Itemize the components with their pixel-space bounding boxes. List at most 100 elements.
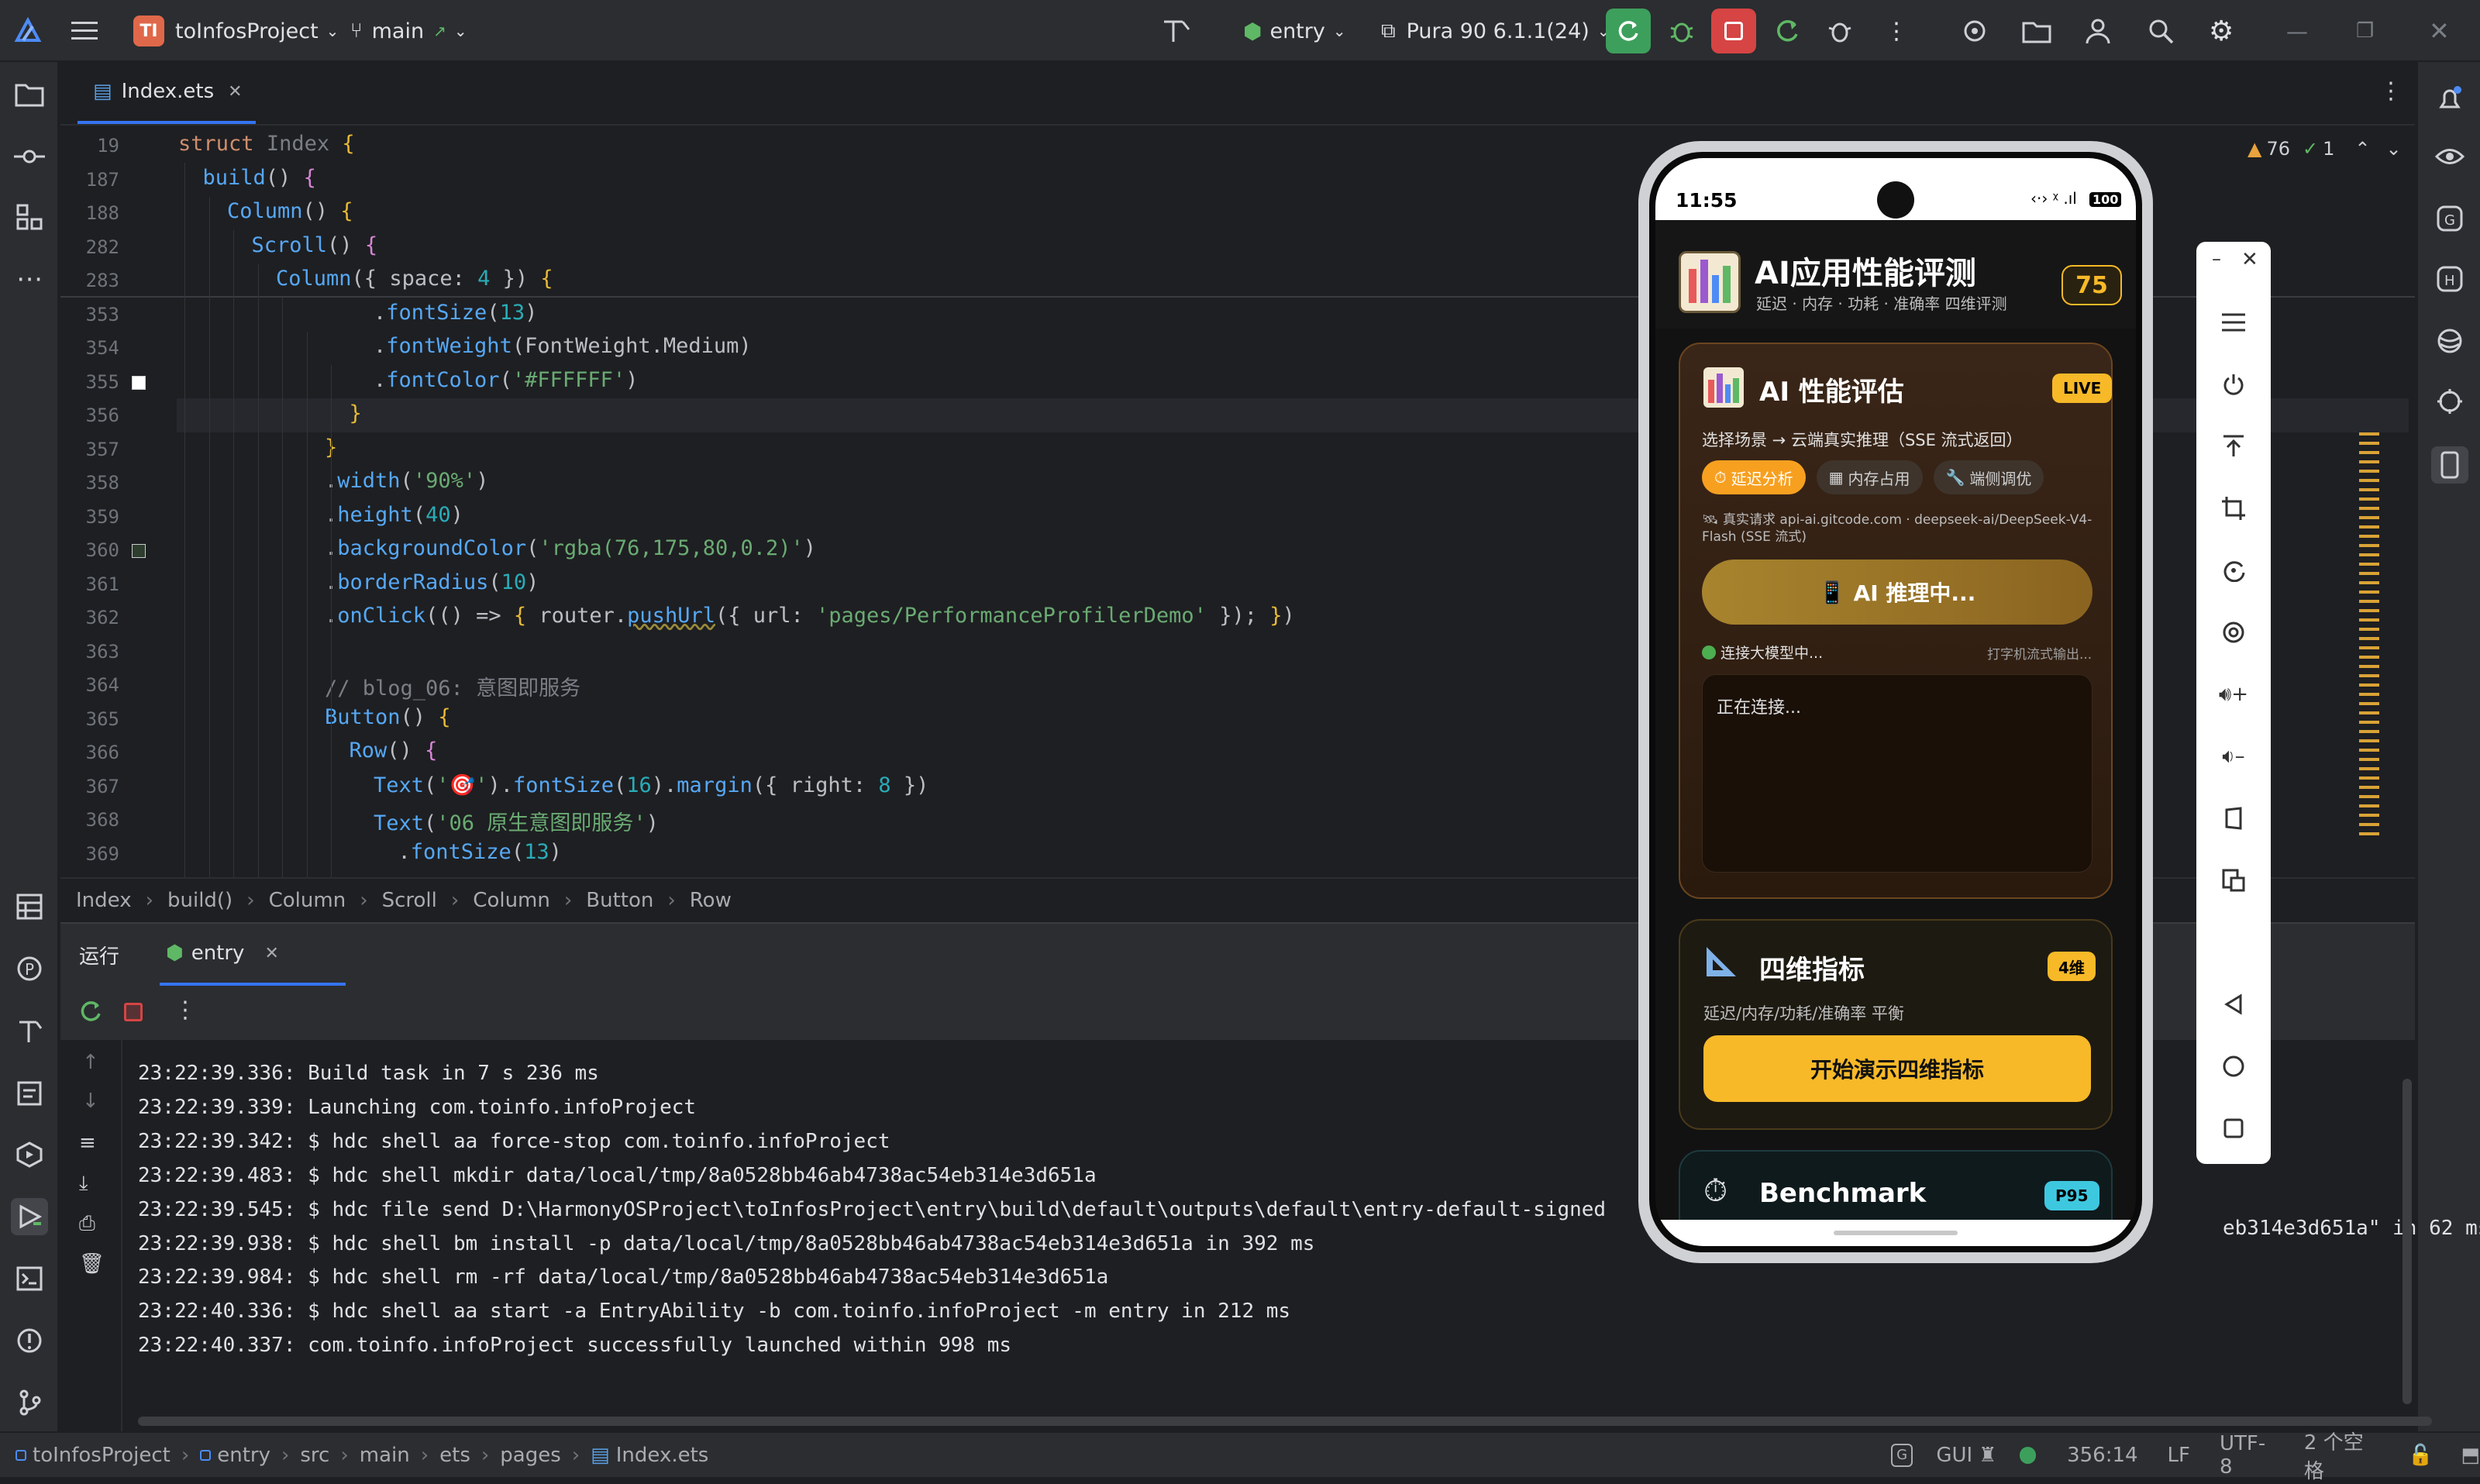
database-icon[interactable]: [2431, 322, 2468, 360]
rerun-icon[interactable]: [78, 998, 104, 1028]
volume-down-icon[interactable]: 🔉︎–: [2215, 738, 2252, 775]
breadcrumb-item[interactable]: Column: [269, 889, 346, 912]
breadcrumb-item[interactable]: Column: [473, 889, 550, 912]
rotate-icon[interactable]: [2215, 552, 2252, 589]
main-menu-icon[interactable]: [71, 0, 98, 62]
path-segment[interactable]: Index.ets: [616, 1444, 709, 1467]
run-config-selector[interactable]: ⬢ entry ⌄: [1243, 0, 1346, 62]
clear-trash-icon[interactable]: 🗑: [79, 1252, 105, 1276]
plugin-icon[interactable]: [2431, 383, 2468, 420]
recents-square-icon[interactable]: [2215, 1110, 2252, 1147]
branch-switcher[interactable]: ⑂ main ↗ ⌄: [350, 0, 467, 62]
path-segment[interactable]: pages: [500, 1444, 560, 1467]
layout-inspector-icon[interactable]: [11, 888, 48, 925]
back-triangle-icon[interactable]: [2215, 986, 2252, 1023]
debug-bug-icon[interactable]: [1668, 0, 1696, 62]
rerun-button[interactable]: [1606, 0, 1651, 62]
phone-screen[interactable]: 11:55 ‹·› ᵡ .ıl 100 AI应用性能评测 延迟 · 内存 · 功…: [1655, 158, 2136, 1246]
tab-options-icon[interactable]: ⋮: [2379, 77, 2402, 105]
breadcrumb-item[interactable]: Scroll: [382, 889, 437, 912]
console-h-scrollbar[interactable]: [138, 1417, 2432, 1426]
path-segment[interactable]: entry: [217, 1444, 270, 1467]
structure-icon[interactable]: [11, 198, 48, 236]
account-icon[interactable]: [2085, 0, 2111, 62]
project-switcher[interactable]: TI toInfosProject ⌄: [133, 0, 339, 62]
memory-indicator-icon[interactable]: ⬒: [2461, 1444, 2480, 1467]
build-hammer-icon[interactable]: [1159, 0, 1194, 62]
app-logo-icon[interactable]: [14, 0, 42, 62]
device-selector[interactable]: ⧉ Pura 90 6.1.1(24) ⌄: [1381, 0, 1610, 62]
minimize-emulator-icon[interactable]: –: [2212, 248, 2221, 270]
commit-icon[interactable]: [11, 138, 48, 175]
notifications-bell-icon[interactable]: [2431, 81, 2468, 118]
more-actions-icon[interactable]: ⋮: [1885, 0, 1908, 62]
fold-icon[interactable]: [2215, 800, 2252, 837]
file-encoding[interactable]: UTF-8: [2220, 1432, 2275, 1479]
stop-button[interactable]: [1711, 0, 1756, 62]
close-window-icon[interactable]: ✕: [2429, 0, 2450, 62]
path-segment[interactable]: src: [300, 1444, 329, 1467]
breadcrumb-item[interactable]: Row: [690, 889, 732, 912]
color-swatch-icon[interactable]: [132, 544, 146, 558]
start-four-dim-button[interactable]: 开始演示四维指标: [1703, 1035, 2091, 1102]
soft-wrap-icon[interactable]: ≡: [79, 1131, 96, 1155]
close-tab-icon[interactable]: ✕: [228, 82, 242, 102]
todo-icon[interactable]: [11, 1074, 48, 1111]
home-indicator[interactable]: [1834, 1231, 1958, 1235]
upload-icon[interactable]: [2215, 428, 2252, 465]
hvigor-icon[interactable]: H: [2431, 260, 2468, 298]
breadcrumb-item[interactable]: Index: [76, 889, 132, 912]
scroll-down-icon[interactable]: ↓: [82, 1090, 99, 1113]
chevron-down-icon[interactable]: ⌄: [2386, 138, 2402, 160]
attach-debugger-icon[interactable]: [1826, 0, 1854, 62]
services-icon[interactable]: [11, 1136, 48, 1173]
color-swatch-icon[interactable]: [132, 375, 146, 390]
lock-icon[interactable]: 🔓: [2408, 1444, 2433, 1467]
close-emulator-icon[interactable]: ✕: [2241, 248, 2258, 271]
device-emulator-icon[interactable]: [2431, 446, 2468, 484]
build-hammer-icon[interactable]: [11, 1012, 48, 1049]
profiler-icon[interactable]: [1961, 0, 1989, 62]
crop-screenshot-icon[interactable]: [2215, 490, 2252, 527]
menu-icon[interactable]: [2215, 304, 2252, 341]
scenario-chip[interactable]: ▦ 内存占用: [1816, 460, 1923, 494]
scenario-chip[interactable]: ⏱ 延迟分析: [1702, 460, 1806, 494]
maximize-window-icon[interactable]: ❐: [2356, 0, 2374, 62]
inspection-widget[interactable]: ▲ 76 ✓ 1 ⌃ ⌄: [2248, 133, 2402, 164]
home-circle-icon[interactable]: [2215, 1048, 2252, 1085]
apply-changes-icon[interactable]: [1773, 0, 1801, 62]
tab-index-ets[interactable]: ▤ Index.ets ✕: [78, 62, 256, 124]
gui-label[interactable]: GUI: [1936, 1444, 1972, 1467]
line-separator[interactable]: LF: [2168, 1444, 2190, 1467]
chevron-up-icon[interactable]: ⌃: [2354, 138, 2370, 160]
device-manager-icon[interactable]: [2021, 0, 2052, 62]
close-tab-icon[interactable]: ✕: [264, 944, 278, 963]
preview-eye-icon[interactable]: [2431, 138, 2468, 175]
path-segment[interactable]: ets: [439, 1444, 470, 1467]
multi-device-icon[interactable]: [2215, 862, 2252, 899]
minimize-window-icon[interactable]: —: [2286, 0, 2308, 62]
volume-up-icon[interactable]: 🔊︎+: [2215, 676, 2252, 713]
breadcrumb-item[interactable]: build(): [167, 889, 232, 912]
tab-entry[interactable]: ⬢ entry ✕: [160, 924, 346, 986]
search-icon[interactable]: [2147, 0, 2175, 62]
cursor-position[interactable]: 356:14: [2067, 1444, 2137, 1467]
indent-setting[interactable]: 2 个空格: [2304, 1427, 2378, 1484]
profiler-p-icon[interactable]: P: [11, 950, 48, 987]
codegenie-icon[interactable]: G: [2431, 200, 2468, 237]
path-segment[interactable]: main: [360, 1444, 410, 1467]
version-control-icon[interactable]: [11, 1384, 48, 1421]
run-panel-icon[interactable]: [11, 1198, 48, 1235]
problems-icon[interactable]: [11, 1322, 48, 1359]
codegenie-status-icon[interactable]: G: [1891, 1443, 1913, 1467]
inference-button[interactable]: 📱 AI 推理中...: [1702, 560, 2092, 625]
scroll-to-end-icon[interactable]: ⤓: [79, 1172, 88, 1196]
scroll-up-icon[interactable]: ↑: [82, 1051, 99, 1074]
record-icon[interactable]: [2215, 614, 2252, 651]
settings-gear-icon[interactable]: ⚙: [2209, 0, 2234, 62]
breadcrumb-item[interactable]: Button: [586, 889, 653, 912]
more-tools-icon[interactable]: ⋯: [11, 260, 48, 298]
tab-run[interactable]: 运行: [79, 941, 119, 969]
print-icon[interactable]: ⎙: [79, 1212, 95, 1236]
path-segment[interactable]: toInfosProject: [33, 1444, 170, 1467]
